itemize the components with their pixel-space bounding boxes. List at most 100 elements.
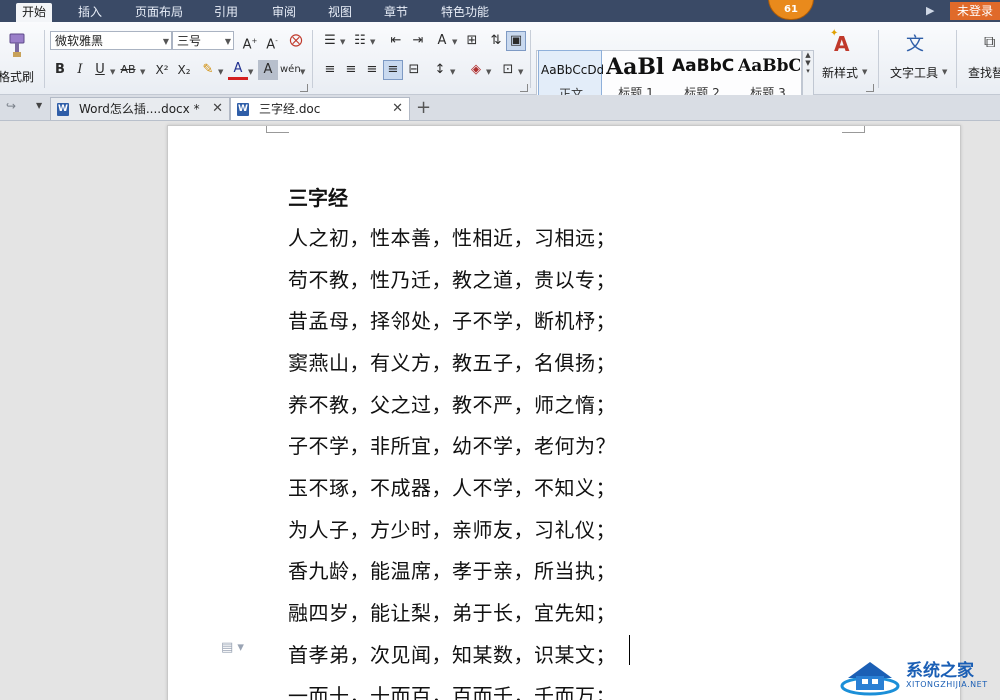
- sort-icon[interactable]: ⇅: [486, 31, 506, 51]
- chevron-down-icon[interactable]: ▼: [300, 68, 305, 76]
- find-replace-button[interactable]: ⧉ 查找替: [962, 26, 1000, 86]
- document-title: 三字经: [288, 186, 348, 210]
- style-heading-2[interactable]: AaBbC 标题 2: [670, 50, 734, 100]
- paragraph-dialog-launcher[interactable]: [520, 84, 528, 92]
- ribbon-toolbar: 格式刷 微软雅黑 ▼ 三号 ▼ A+ A- ⨂ B I U ▼ AB ▼ X² …: [0, 22, 1000, 102]
- chevron-down-icon[interactable]: ▼: [452, 38, 457, 46]
- new-style-label: 新样式: [822, 66, 859, 80]
- subscript-icon[interactable]: X₂: [174, 60, 194, 80]
- text-line: 融四岁，能让梨，弟于长，宜先知；: [288, 601, 616, 625]
- font-dialog-launcher[interactable]: [300, 84, 308, 92]
- style-normal[interactable]: AaBbCcDd 正文: [538, 50, 603, 101]
- tab-review[interactable]: 审阅: [266, 3, 302, 22]
- tab-view[interactable]: 视图: [322, 3, 358, 22]
- text-direction-icon[interactable]: A: [432, 31, 452, 51]
- tab-home[interactable]: 开始: [16, 3, 52, 22]
- text-line: 一而十，十而百，百而千，千而万；: [288, 684, 616, 700]
- styles-dialog-launcher[interactable]: [866, 84, 874, 92]
- shrink-font-icon[interactable]: A-: [262, 31, 282, 52]
- align-center-icon[interactable]: ≡: [341, 60, 361, 80]
- chevron-down-icon: ▼: [224, 37, 231, 46]
- font-size-value: 三号: [177, 34, 202, 48]
- tab-chapter[interactable]: 章节: [378, 3, 414, 22]
- word-doc-icon: W: [57, 103, 69, 116]
- borders-icon[interactable]: ⊡: [498, 60, 518, 80]
- chevron-down-icon[interactable]: ▼: [248, 68, 253, 76]
- justify-icon[interactable]: ≡: [383, 60, 403, 80]
- login-button[interactable]: 未登录: [950, 2, 1000, 20]
- align-left-icon[interactable]: ≡: [320, 60, 340, 80]
- text-tools-label: 文字工具: [890, 66, 939, 80]
- divider: [312, 30, 313, 88]
- chevron-down-icon[interactable]: ▼: [450, 68, 455, 76]
- chevron-down-icon[interactable]: ▼: [218, 68, 223, 76]
- doc-tab-sanzijing[interactable]: W 三字经.doc ✕: [230, 97, 410, 120]
- chevron-down-icon: ▼: [162, 37, 169, 46]
- doc-tab-word-insert[interactable]: W Word怎么插....docx * ✕: [50, 97, 230, 120]
- align-right-icon[interactable]: ≡: [362, 60, 382, 80]
- text-line: 子不学，非所宜，幼不学，老何为？: [288, 434, 616, 458]
- strikethrough-icon[interactable]: AB: [118, 60, 138, 80]
- chevron-down-icon[interactable]: ▼: [140, 68, 145, 76]
- divider: [44, 30, 45, 88]
- notification-badge[interactable]: 61: [768, 0, 814, 20]
- grow-font-icon[interactable]: A+: [240, 31, 260, 52]
- font-size-select[interactable]: 三号 ▼: [172, 31, 234, 50]
- document-tab-bar: ↪ ▼ W Word怎么插....docx * ✕ W 三字经.doc ✕ +: [0, 95, 1000, 121]
- superscript-icon[interactable]: X²: [152, 60, 172, 80]
- tab-page-layout[interactable]: 页面布局: [128, 3, 190, 22]
- close-icon[interactable]: ✕: [212, 98, 223, 120]
- back-arrow-icon[interactable]: ↪: [6, 99, 16, 113]
- bold-icon[interactable]: B: [50, 60, 70, 80]
- close-icon[interactable]: ✕: [392, 98, 403, 120]
- show-marks-icon[interactable]: ▣: [506, 31, 526, 51]
- paintbrush-icon: [9, 33, 25, 57]
- font-name-select[interactable]: 微软雅黑 ▼: [50, 31, 172, 50]
- numbered-list-icon[interactable]: ☷: [350, 31, 370, 51]
- text-cursor: [629, 635, 630, 665]
- table-icon[interactable]: ⊞: [462, 31, 482, 51]
- shading-icon[interactable]: ◈: [466, 60, 486, 80]
- text-line: 苟不教，性乃迁，教之道，贵以专；: [288, 268, 616, 292]
- increase-indent-icon[interactable]: ⇥: [408, 31, 428, 51]
- font-color-icon[interactable]: A: [228, 60, 248, 80]
- doc-tab-label: 三字经.doc: [259, 102, 321, 116]
- chevron-right-icon[interactable]: ▶: [926, 4, 934, 17]
- decrease-indent-icon[interactable]: ⇤: [386, 31, 406, 51]
- tab-list-dropdown-icon[interactable]: ▼: [36, 101, 42, 110]
- text-tools-button[interactable]: 文 文字工具 ▼: [884, 26, 952, 86]
- format-painter-button[interactable]: 格式刷: [0, 26, 40, 86]
- style-heading-1[interactable]: AaBl 标题 1: [604, 50, 668, 100]
- chevron-down-icon[interactable]: ▼: [340, 38, 345, 46]
- highlight-icon[interactable]: ✎: [198, 60, 218, 80]
- text-line: 香九龄，能温席，孝于亲，所当执；: [288, 559, 616, 583]
- italic-icon[interactable]: I: [70, 60, 90, 80]
- document-area: 三字经 人之初，性本善，性相近，习相远； 苟不教，性乃迁，教之道，贵以专； 昔孟…: [0, 121, 1000, 700]
- document-page[interactable]: 三字经 人之初，性本善，性相近，习相远； 苟不教，性乃迁，教之道，贵以专； 昔孟…: [167, 125, 961, 700]
- tab-special-features[interactable]: 特色功能: [434, 3, 496, 22]
- phonetic-guide-icon[interactable]: wén: [280, 60, 301, 80]
- style-heading-3[interactable]: AaBbC 标题 3: [736, 50, 800, 100]
- line-spacing-icon[interactable]: ↕: [430, 60, 450, 80]
- chevron-down-icon[interactable]: ▼: [110, 68, 115, 76]
- text-line: 昔孟母，择邻处，子不学，断机杼；: [288, 309, 616, 333]
- new-tab-icon[interactable]: +: [416, 97, 431, 118]
- chevron-down-icon[interactable]: ▼: [370, 38, 375, 46]
- distributed-align-icon[interactable]: ⊟: [404, 60, 424, 80]
- menu-bar: 开始 插入 页面布局 引用 审阅 视图 章节 特色功能 61 ▶ 未登录: [0, 0, 1000, 22]
- doc-tab-label: Word怎么插....docx *: [79, 102, 200, 116]
- tab-references[interactable]: 引用: [208, 3, 244, 22]
- bullet-list-icon[interactable]: ☰: [320, 31, 340, 51]
- chevron-down-icon[interactable]: ▼: [518, 68, 523, 76]
- new-style-button[interactable]: A ✦ 新样式 ▼: [818, 26, 872, 86]
- format-painter-label: 格式刷: [0, 70, 35, 84]
- paragraph-options-icon[interactable]: ▤ ▾: [221, 640, 244, 655]
- tab-insert[interactable]: 插入: [72, 3, 108, 22]
- chevron-down-icon[interactable]: ▼: [486, 68, 491, 76]
- underline-icon[interactable]: U: [90, 60, 110, 80]
- style-sample: AaBl: [606, 54, 665, 80]
- text-line: 首孝弟，次见闻，知某数，识某文；: [288, 643, 616, 667]
- char-shading-icon[interactable]: A: [258, 60, 278, 80]
- text-line: 人之初，性本善，性相近，习相远；: [288, 226, 616, 250]
- clear-format-icon[interactable]: ⨂: [286, 31, 306, 51]
